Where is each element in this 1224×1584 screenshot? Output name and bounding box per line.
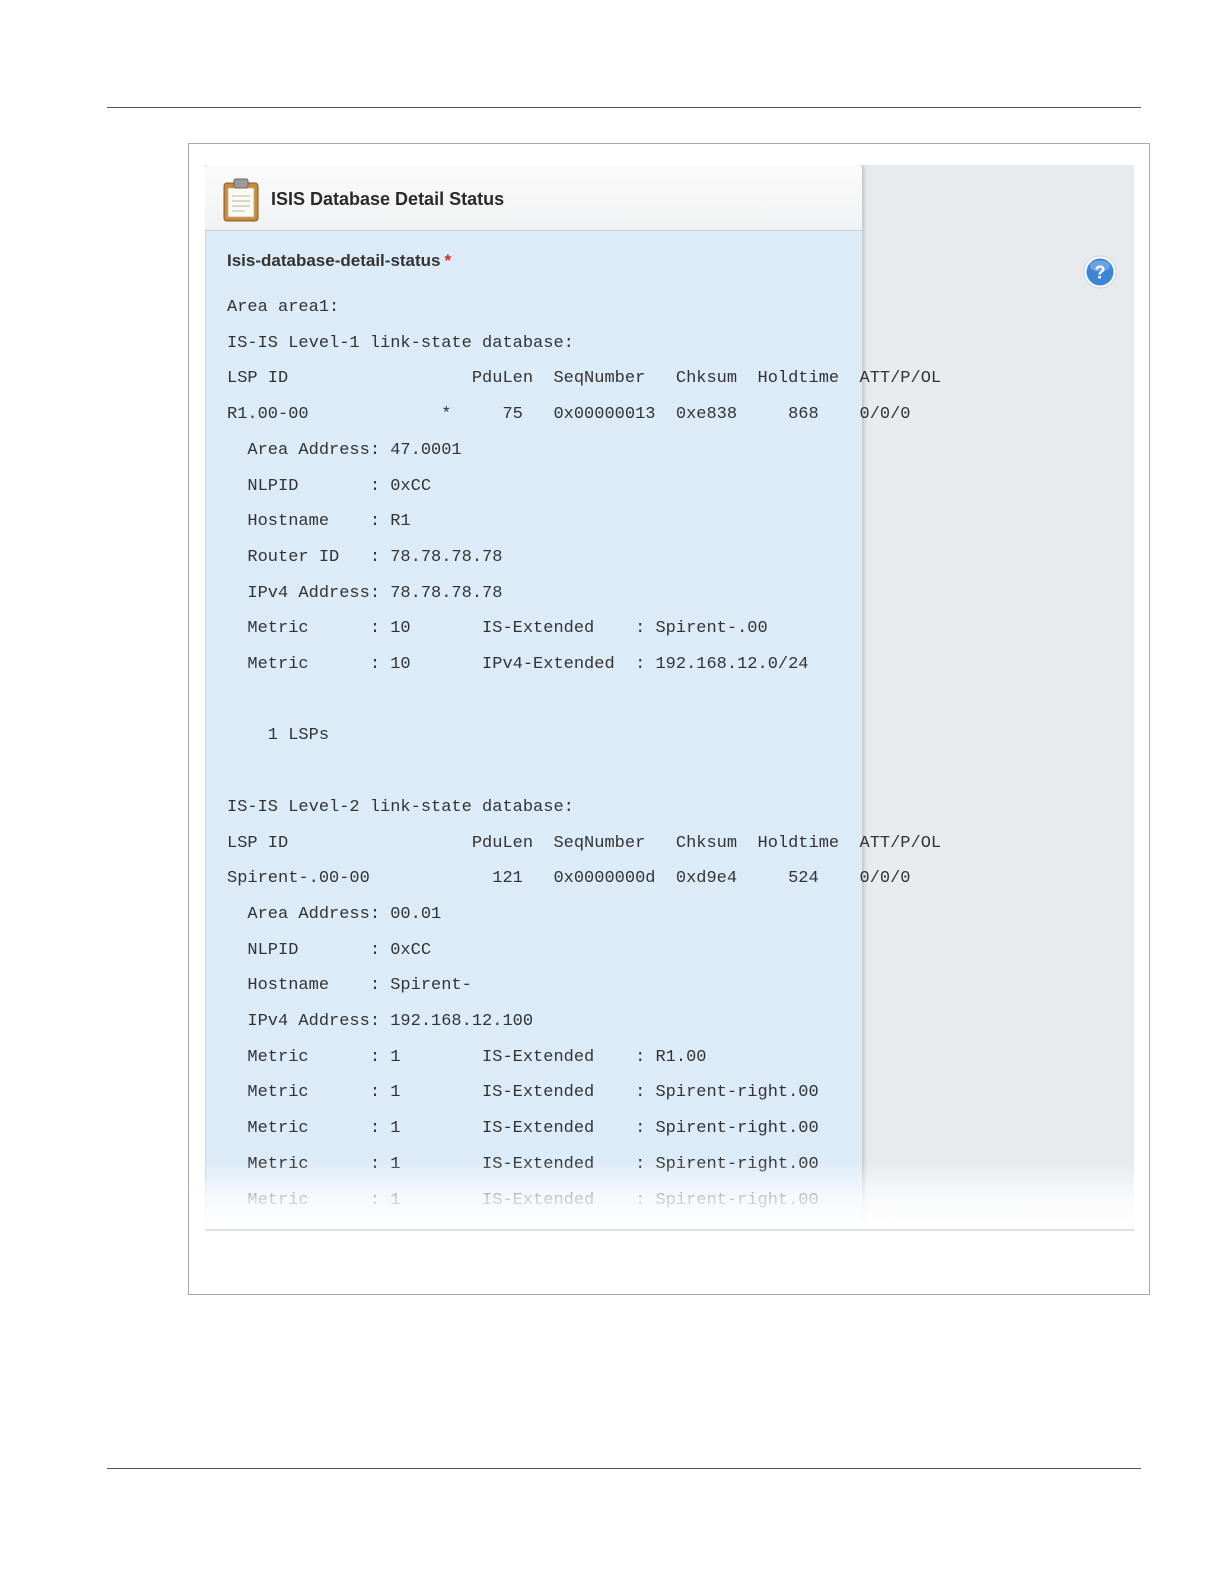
help-icon[interactable]: ? bbox=[1083, 255, 1117, 289]
required-mark: * bbox=[444, 251, 452, 270]
section-label: Isis-database-detail-status * bbox=[227, 251, 451, 271]
help-glyph: ? bbox=[1095, 263, 1106, 283]
page-header-rule bbox=[107, 107, 1141, 108]
status-text: Area area1: IS-IS Level-1 link-state dat… bbox=[227, 298, 942, 1210]
panel-title: ISIS Database Detail Status bbox=[271, 189, 505, 209]
panel-header: ISIS Database Detail Status bbox=[205, 165, 862, 231]
screenshot: ISIS Database Detail Status Isis-databas… bbox=[205, 165, 1134, 1231]
page-footer-rule bbox=[107, 1468, 1141, 1469]
section-label-text: Isis-database-detail-status bbox=[227, 251, 441, 270]
clipboard-icon bbox=[223, 178, 259, 222]
status-panel: ISIS Database Detail Status Isis-databas… bbox=[205, 165, 941, 1231]
screenshot-bottom-edge bbox=[205, 1229, 1134, 1231]
